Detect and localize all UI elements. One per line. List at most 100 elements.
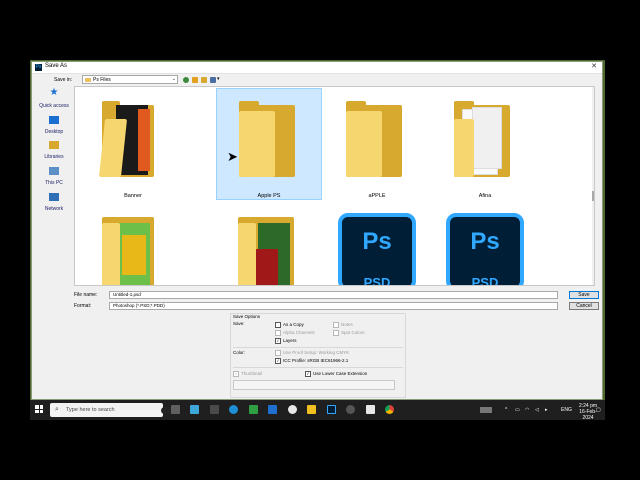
desktop-icon: [49, 116, 59, 124]
app-icon[interactable]: [249, 405, 258, 414]
places-bar: ★ Quick access Desktop Libraries This PC…: [35, 86, 73, 336]
app-icon[interactable]: [366, 405, 375, 414]
folder-item-selected[interactable]: ➤ Apple PS: [216, 88, 322, 200]
layers-checkbox[interactable]: ✓ Layers: [275, 338, 297, 344]
mouse-cursor-icon: ➤: [227, 149, 238, 164]
app-icon[interactable]: [210, 405, 219, 414]
warning-box: [233, 380, 395, 390]
file-name-input[interactable]: Untitled-1.psd: [109, 291, 558, 299]
search-placeholder: Type here to search: [66, 407, 115, 413]
folder-icon: [346, 111, 382, 177]
battery-icon[interactable]: ▭: [515, 407, 520, 413]
ps-logo-text: Ps: [362, 228, 392, 255]
thumbnail-checkbox[interactable]: ✓ Thumbnail: [233, 371, 262, 377]
task-view-icon[interactable]: [171, 405, 180, 414]
scrollbar-thumb[interactable]: [592, 191, 594, 201]
app-icon[interactable]: [288, 405, 297, 414]
volume-icon[interactable]: ◁: [535, 407, 539, 413]
app-icon[interactable]: [268, 405, 277, 414]
psd-file-item[interactable]: Ps PSD: [432, 209, 538, 286]
file-list: Banner ➤ Apple PS aPPLE Afina Ps PSD Ps …: [74, 86, 595, 286]
view-menu-icon[interactable]: [210, 77, 216, 83]
place-label: Network: [44, 206, 64, 212]
place-label: This PC: [45, 180, 63, 186]
title-bar[interactable]: Ps Save As ✕: [32, 62, 602, 74]
folder-item[interactable]: aPPLE: [324, 89, 430, 201]
file-name-label: File name:: [74, 292, 98, 298]
icc-profile-label: ICC Profile: sRGB IEC61966-2.1: [283, 358, 349, 364]
speaker-icon[interactable]: ▸: [545, 407, 548, 413]
file-explorer-icon[interactable]: [307, 405, 316, 414]
folder-item[interactable]: Banner: [80, 89, 186, 201]
computer-icon: [49, 167, 59, 175]
thumbnail-stripe: [256, 249, 278, 285]
save-in-dropdown[interactable]: Ps Files ⌄: [82, 75, 178, 84]
widgets-icon[interactable]: [190, 405, 199, 414]
place-label: Quick access: [39, 103, 69, 109]
chevron-down-icon[interactable]: ▾: [217, 76, 220, 82]
dialog-title: Save As: [45, 63, 68, 69]
tray-icon[interactable]: [480, 407, 492, 413]
vertical-scrollbar[interactable]: [592, 87, 594, 285]
folder-icon: [239, 111, 275, 177]
save-button[interactable]: Save: [569, 291, 599, 299]
notes-label: Notes: [341, 322, 353, 328]
thumbnail-figure: [122, 235, 146, 275]
search-icon: ⌕: [55, 406, 59, 413]
use-proof-checkbox[interactable]: Use Proof Setup: Working CMYK: [275, 350, 349, 356]
taskbar: ⌕ Type here to search ^ ▭ ◠ ◁ ▸ ENG 2:24…: [30, 400, 605, 421]
place-label: Desktop: [44, 129, 64, 135]
language-indicator[interactable]: ENG: [561, 407, 572, 413]
back-icon[interactable]: [183, 77, 189, 83]
library-icon: [49, 141, 59, 149]
chevron-down-icon: ⌄: [171, 76, 176, 82]
network-icon: [49, 193, 59, 201]
save-as-dialog: Ps Save As ✕ Save in: Ps Files ⌄ ▾ ★ Qui…: [31, 61, 603, 400]
document-preview: [472, 107, 502, 169]
folder-label: Banner: [124, 193, 142, 199]
taskbar-search[interactable]: ⌕ Type here to search: [50, 403, 179, 417]
save-options-heading: Save Options: [233, 314, 261, 319]
use-proof-label: Use Proof Setup: Working CMYK: [283, 350, 350, 356]
new-folder-icon[interactable]: [201, 77, 207, 83]
psd-file-item[interactable]: Ps PSD: [324, 209, 430, 286]
place-label: Libraries: [44, 154, 64, 160]
folder-label: Afina: [478, 193, 492, 199]
alpha-channels-checkbox[interactable]: Alpha Channels: [275, 330, 315, 336]
folder-item[interactable]: [80, 209, 186, 285]
divider: [233, 347, 403, 348]
edge-icon[interactable]: [229, 405, 238, 414]
close-icon[interactable]: ✕: [591, 62, 597, 70]
format-label: Format:: [74, 303, 92, 309]
as-copy-checkbox[interactable]: As a Copy: [275, 322, 304, 328]
folder-item[interactable]: [216, 209, 322, 285]
cancel-button[interactable]: Cancel: [569, 302, 599, 310]
windows-start-icon[interactable]: [35, 405, 43, 413]
save-in-value: Ps Files: [93, 77, 111, 83]
photoshop-icon[interactable]: [327, 405, 336, 414]
psd-label: PSD: [471, 275, 499, 286]
folder-item[interactable]: Afina: [432, 89, 538, 201]
notification-icon[interactable]: ▢: [596, 407, 601, 413]
thumbnail-label: Thumbnail: [241, 371, 263, 377]
folder-label: Apple PS: [257, 193, 281, 199]
spot-colors-label: Spot Colors: [341, 330, 365, 336]
folder-icon: [102, 223, 120, 285]
app-icon[interactable]: [346, 405, 355, 414]
icc-profile-checkbox[interactable]: ✓ ICC Profile: sRGB IEC61966-2.1: [275, 358, 348, 364]
layers-label: Layers: [283, 338, 297, 344]
color-label: Color:: [233, 350, 246, 355]
lowercase-extension-label: Use Lower Case Extension: [313, 371, 368, 377]
save-in-label: Save in:: [54, 77, 73, 83]
as-copy-label: As a Copy: [283, 322, 304, 328]
spot-colors-checkbox[interactable]: Spot Colors: [333, 330, 365, 336]
notes-checkbox[interactable]: Notes: [333, 322, 353, 328]
chevron-up-icon[interactable]: ^: [505, 407, 507, 413]
chrome-icon[interactable]: [385, 405, 394, 414]
folder-icon: [238, 223, 256, 285]
format-select[interactable]: Photoshop (*.PSD;*.PDD): [109, 302, 558, 310]
network-icon[interactable]: ◠: [525, 407, 529, 413]
up-folder-icon[interactable]: [192, 77, 198, 83]
psd-label: PSD: [363, 275, 391, 286]
lowercase-extension-checkbox[interactable]: ✓ Use Lower Case Extension: [305, 371, 367, 377]
